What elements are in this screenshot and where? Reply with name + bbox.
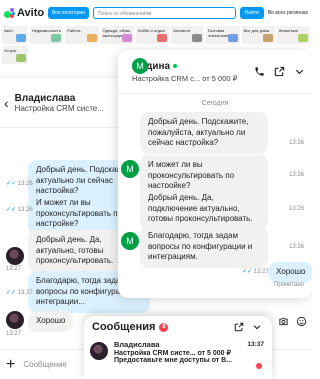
category-tile[interactable]: Хобби и отдых <box>135 26 169 44</box>
message-outgoing: Хорошо <box>268 262 312 283</box>
category-tile[interactable]: Услуги <box>2 46 28 64</box>
open-external-icon[interactable] <box>272 65 286 79</box>
avatar <box>6 247 24 265</box>
screen: Avito Все категории Поиск по объявлениям… <box>0 0 312 379</box>
message-incoming: Добрый день. Да, подключение актуально, … <box>140 188 268 230</box>
message-time: ✓✓ 13:27 <box>6 290 33 296</box>
avatar <box>6 311 24 329</box>
popup-header: Сообщения 8 <box>84 316 272 338</box>
conversation-preview: Предоставьте мне доступы от В... <box>114 357 233 364</box>
conversation-subject: Настройка CRM систе... от 5 000 ₽ <box>114 350 231 357</box>
category-tile[interactable]: Недвижи-мость <box>30 26 64 44</box>
open-external-icon[interactable] <box>232 320 246 334</box>
chat-header: Мадина Настройка CRM с... от 5 000 ₽ <box>118 50 312 94</box>
category-tile[interactable]: Животные <box>276 26 310 44</box>
message-time: 13:26 <box>289 206 305 212</box>
phone-icon[interactable] <box>252 65 266 79</box>
category-grid: Недвижи-мость Работа Одежда, обувь, аксе… <box>28 26 312 44</box>
category-tile[interactable]: Одежда, обувь, аксессуары <box>100 26 134 44</box>
chat-title: Владислава <box>14 92 76 104</box>
category-tile[interactable]: Авто <box>2 26 28 44</box>
message-time: 13:26 <box>289 172 305 178</box>
conversation-item[interactable]: Владислава Настройка CRM систе... от 5 0… <box>84 338 272 376</box>
message-time: 13:26 <box>289 244 305 250</box>
conversation-time: 13:37 <box>247 341 264 348</box>
category-tile[interactable]: Работа <box>65 26 99 44</box>
category-tile[interactable]: Все для дома <box>241 26 275 44</box>
category-column: Авто Услуги <box>0 26 28 64</box>
all-categories-button[interactable]: Все категории <box>48 7 89 19</box>
message-time: 13:26 <box>289 140 305 146</box>
conversation-name: Владислава <box>114 340 160 349</box>
find-button[interactable]: Найти <box>239 7 264 19</box>
emoji-icon[interactable] <box>294 314 308 328</box>
chat-subtitle: Настройка CRM систе... <box>14 103 104 113</box>
region-selector[interactable]: Во всех регионах <box>268 10 308 16</box>
message-incoming: Добрый день. Да, актуально, готовы проко… <box>28 230 120 272</box>
read-status: Прочитано <box>274 282 304 288</box>
messages-popup: Сообщения 8 Владислава Настройка CRM сис… <box>84 316 272 379</box>
category-tile[interactable]: Запчасти <box>171 26 205 44</box>
message-time: ✓✓ 13:27 <box>242 269 269 275</box>
online-status-dot <box>173 64 178 68</box>
message-incoming: Благодарю, тогда задам вопросы по конфиг… <box>140 226 268 268</box>
chevron-down-icon[interactable] <box>250 320 264 334</box>
message-incoming: Хорошо <box>28 311 74 332</box>
avatar: М <box>121 232 139 250</box>
unread-dot <box>256 363 262 369</box>
avatar: М <box>121 160 139 178</box>
camera-icon[interactable] <box>276 314 290 328</box>
date-separator: Сегодня <box>201 100 229 107</box>
chat-subtitle: Настройка CRM с... от 5 000 ₽ <box>132 73 238 83</box>
read-ticks-icon: ✓✓ <box>242 269 253 275</box>
back-arrow-icon[interactable]: ‹ <box>4 95 9 111</box>
avatar <box>90 342 108 360</box>
read-ticks-icon: ✓✓ <box>6 207 17 213</box>
message-time: ✓✓ 13:26 <box>6 207 33 213</box>
chevron-down-icon[interactable] <box>292 65 306 79</box>
avito-header: Avito Все категории Поиск по объявлениям… <box>0 0 312 26</box>
avito-logo-icon <box>4 7 15 19</box>
avito-logo-text: Avito <box>17 7 45 19</box>
read-ticks-icon: ✓✓ <box>6 290 17 296</box>
search-input[interactable]: Поиск по объявлениям <box>92 7 236 19</box>
message-time: 13:27 <box>6 331 22 337</box>
message-incoming: Добрый день. Подскажите, пожалуйста, акт… <box>140 112 268 154</box>
message-time: ✓✓ 13:26 <box>6 181 33 187</box>
message-time: 13:27 <box>6 266 22 272</box>
chat-title: Мадина <box>132 61 246 72</box>
popup-title: Сообщения 8 <box>92 321 228 333</box>
avito-logo[interactable]: Avito <box>4 7 44 19</box>
unread-count-badge: 8 <box>159 322 169 332</box>
attach-plus-icon[interactable]: + <box>6 356 15 374</box>
read-ticks-icon: ✓✓ <box>6 181 17 187</box>
category-tile[interactable]: Бытовая электроника <box>206 26 240 44</box>
message-input[interactable]: Сообщение <box>23 360 67 369</box>
avatar: М <box>132 58 148 74</box>
